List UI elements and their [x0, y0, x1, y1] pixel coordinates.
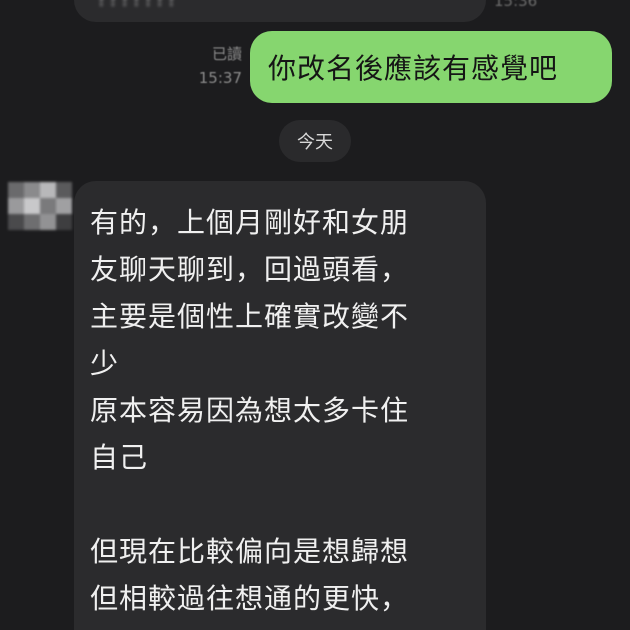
message-line: 有的，上個月剛好和女朋: [90, 206, 410, 239]
message-line: 原本容易因為想太多卡住: [90, 394, 410, 427]
previous-message-time: 15:36: [494, 0, 538, 10]
chat-view: ??????? 15:36 已讀 15:37 你改名後應該有感覺吧 今天 有的，…: [0, 0, 630, 630]
outgoing-message-bubble[interactable]: 你改名後應該有感覺吧: [250, 31, 612, 103]
message-line: 主要是個性上確實改變不: [90, 300, 410, 333]
message-line: 但相較過往想通的更快，: [90, 582, 410, 615]
message-line: [90, 481, 470, 528]
outgoing-message-meta: 已讀 15:37: [186, 42, 242, 90]
avatar[interactable]: [8, 182, 72, 230]
message-line: 友聊天聊到，回過頭看，: [90, 253, 410, 286]
previous-message-bubble[interactable]: ???????: [74, 0, 486, 22]
outgoing-message-time: 15:37: [198, 69, 242, 87]
read-receipt: 已讀: [211, 45, 242, 63]
previous-message-text: ???????: [96, 0, 178, 12]
incoming-message-bubble[interactable]: 有的，上個月剛好和女朋 友聊天聊到，回過頭看， 主要是個性上確實改變不 少 原本…: [74, 181, 486, 630]
message-line: 但現在比較偏向是想歸想: [90, 535, 410, 568]
date-divider: 今天: [279, 120, 351, 162]
message-line: 少: [90, 347, 120, 380]
message-line: 自己: [90, 441, 149, 474]
